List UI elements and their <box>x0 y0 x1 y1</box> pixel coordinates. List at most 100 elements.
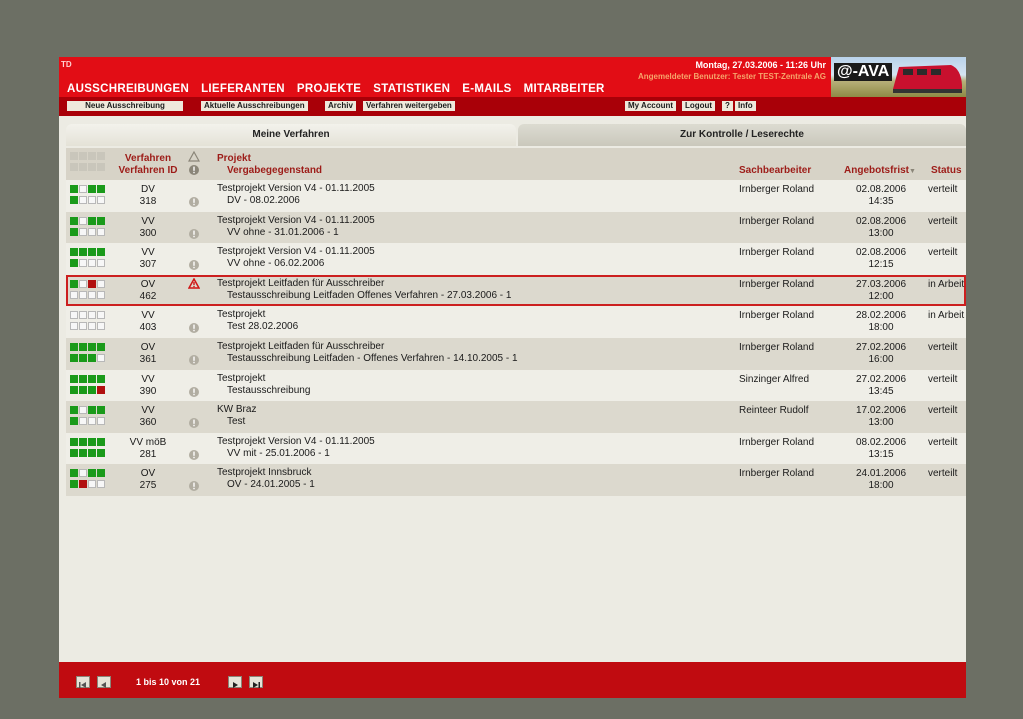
train-icon <box>893 65 962 93</box>
col-vergabegegenstand[interactable]: Vergabegegenstand <box>227 165 322 176</box>
logout-link[interactable]: Logout <box>682 101 716 111</box>
col-angebotsfrist[interactable]: Angebotsfrist▼ <box>844 165 916 176</box>
col-projekt[interactable]: Projekt <box>217 153 251 164</box>
progress-cell <box>88 216 96 225</box>
tab-control-read-rights[interactable]: Zur Kontrolle / Leserechte <box>518 124 966 146</box>
deadline: 27.02.2006 13:45 <box>836 374 926 398</box>
project-cell[interactable]: Testprojekt Test 28.02.2006 <box>217 309 298 333</box>
header-datetime: Montag, 27.03.2006 - 11:26 Uhr <box>695 60 826 70</box>
info-header-icon <box>189 165 199 175</box>
new-tender-button[interactable]: Neue Ausschreibung <box>67 101 183 111</box>
table-row[interactable]: VV 403 Testprojekt Test 28.02.2006 Irnberger… <box>66 306 966 338</box>
warning-icon[interactable] <box>188 277 200 289</box>
col-verfahren-id[interactable]: Verfahren ID <box>110 165 186 176</box>
info-icon[interactable] <box>188 449 200 461</box>
col-sachbearbeiter[interactable]: Sachbearbeiter <box>739 165 811 176</box>
archive-link[interactable]: Archiv <box>325 101 356 111</box>
procedure-type: VV <box>141 310 155 322</box>
progress-cell <box>70 437 78 446</box>
project-name: Testprojekt Innsbruck <box>217 467 312 479</box>
progress-cell <box>88 227 96 236</box>
status-text: verteilt <box>928 341 958 353</box>
project-cell[interactable]: Testprojekt Version V4 - 01.11.2005 VV mi… <box>217 436 375 460</box>
nav-lieferanten[interactable]: LIEFERANTEN <box>201 83 285 95</box>
status-text: verteilt <box>928 184 958 195</box>
current-tenders-link[interactable]: Aktuelle Ausschreibungen <box>201 101 308 111</box>
progress-cell <box>97 227 105 236</box>
project-name: Testprojekt <box>217 372 266 384</box>
project-cell[interactable]: Testprojekt Version V4 - 01.11.2005 VV oh… <box>217 215 375 239</box>
project-cell[interactable]: Testprojekt Version V4 - 01.11.2005 DV - … <box>217 183 375 207</box>
deadline-time: 13:00 <box>868 227 894 239</box>
project-cell[interactable]: Testprojekt Innsbruck OV - 24.01.2005 - 1 <box>217 467 315 491</box>
procedure-id: 361 <box>139 353 157 365</box>
help-link[interactable]: ? <box>722 101 733 111</box>
progress-cell <box>79 342 87 351</box>
col-verfahren[interactable]: Verfahren <box>110 153 186 164</box>
project-cell[interactable]: Testprojekt Leitfaden für Ausschreiber Te… <box>217 278 511 302</box>
nav-projekte[interactable]: PROJEKTE <box>297 83 361 95</box>
info-icon[interactable] <box>188 259 200 271</box>
first-page-button[interactable] <box>76 676 90 688</box>
progress-cell <box>70 290 78 299</box>
progress-cell <box>79 279 87 288</box>
table-row[interactable]: VV 390 Testprojekt Testausschreibung Sinzing… <box>66 369 966 402</box>
my-account-link[interactable]: My Account <box>625 101 677 111</box>
main-navigation: AUSSCHREIBUNGEN LIEFERANTEN PROJEKTE STA… <box>67 83 605 95</box>
table-row[interactable]: VV 300 Testprojekt Version V4 - 01.11.2005… <box>66 211 966 244</box>
info-icon[interactable] <box>188 386 200 398</box>
status-grid-header-icon <box>70 152 105 171</box>
procurement-subject: Testausschreibung Leitfaden Offenes Verf… <box>227 289 512 301</box>
procedure-id: 300 <box>139 227 157 239</box>
project-cell[interactable]: Testprojekt Version V4 - 01.11.2005 VV oh… <box>217 246 375 270</box>
progress-cell <box>97 259 105 268</box>
info-icon[interactable] <box>188 196 200 208</box>
progress-cell <box>88 290 96 299</box>
progress-grid <box>70 406 106 426</box>
progress-cell <box>88 311 96 320</box>
project-cell[interactable]: Testprojekt Leitfaden für Ausschreiber Te… <box>217 341 518 365</box>
table-row[interactable]: VV möB 281 Testprojekt Version V4 - 01.11.… <box>66 432 966 465</box>
progress-cell <box>97 248 105 257</box>
clerk-name: Irnberger Roland <box>739 468 815 480</box>
last-page-button[interactable] <box>249 676 263 688</box>
info-icon[interactable] <box>188 354 200 366</box>
prev-page-button[interactable] <box>97 676 111 688</box>
info-link[interactable]: Info <box>735 101 756 111</box>
nav-emails[interactable]: E-MAILS <box>462 83 511 95</box>
info-icon[interactable] <box>188 417 200 429</box>
info-icon[interactable] <box>188 322 200 334</box>
progress-cell <box>88 196 96 204</box>
status-text: verteilt <box>928 215 958 227</box>
table-row[interactable]: OV 275 Testprojekt Innsbruck OV - 24.01.200… <box>66 464 966 496</box>
info-icon[interactable] <box>188 228 200 240</box>
progress-grid <box>70 248 106 268</box>
procedure-type: VV <box>141 247 155 259</box>
nav-mitarbeiter[interactable]: MITARBEITER <box>524 83 605 95</box>
progress-grid <box>70 342 106 363</box>
deadline-date: 02.08.2006 <box>855 184 907 195</box>
info-icon[interactable] <box>188 480 200 492</box>
nav-statistiken[interactable]: STATISTIKEN <box>373 83 450 95</box>
project-cell[interactable]: KW Braz Test <box>217 404 256 428</box>
nav-ausschreibungen[interactable]: AUSSCHREIBUNGEN <box>67 83 189 95</box>
forward-procedure-link[interactable]: Verfahren weitergeben <box>363 101 455 111</box>
col-status[interactable]: Status <box>931 165 962 176</box>
progress-cell <box>97 342 105 351</box>
table-row[interactable]: DV 318 Testprojekt Version V4 - 01.11.2005… <box>66 180 966 212</box>
table-row[interactable]: OV 462 Testprojekt Leitfaden für Ausschrei… <box>66 274 966 307</box>
deadline-time: 12:00 <box>868 290 894 302</box>
next-page-button[interactable] <box>228 676 242 688</box>
table-row[interactable]: VV 360 KW Braz Test Reinteer Rudolf 17.02.200… <box>66 401 966 433</box>
procedure-type-id: OV 275 <box>110 468 186 492</box>
deadline: 17.02.2006 13:00 <box>836 405 926 429</box>
logo-text: @-AVA <box>834 63 893 81</box>
tab-my-procedures[interactable]: Meine Verfahren <box>66 124 516 146</box>
table-row[interactable]: VV 307 Testprojekt Version V4 - 01.11.2005… <box>66 243 966 275</box>
project-name: Testprojekt Version V4 - 01.11.2005 <box>217 435 375 447</box>
col-angebotsfrist-label: Angebotsfrist <box>844 165 909 176</box>
table-row[interactable]: OV 361 Testprojekt Leitfaden für Ausschrei… <box>66 337 966 370</box>
procedure-type-id: VV 307 <box>110 247 186 271</box>
progress-grid <box>70 216 106 237</box>
project-cell[interactable]: Testprojekt Testausschreibung <box>217 373 310 397</box>
